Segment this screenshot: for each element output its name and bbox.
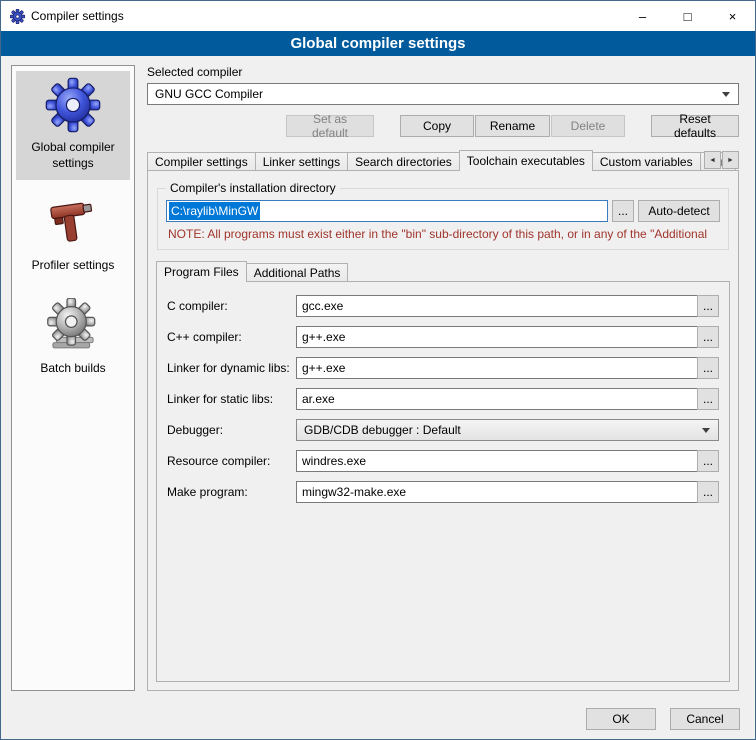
window-controls: – □ × — [620, 1, 755, 31]
c-compiler-browse-button[interactable]: ... — [697, 295, 719, 317]
subtab-additional-paths[interactable]: Additional Paths — [246, 263, 349, 282]
page-title: Global compiler settings — [1, 31, 755, 56]
blue-gear-icon — [45, 77, 101, 133]
tab-search-directories[interactable]: Search directories — [347, 152, 460, 171]
maximize-button[interactable]: □ — [665, 1, 710, 31]
sidebar-item-global-compiler-settings[interactable]: Global compiler settings — [16, 71, 130, 180]
cpp-compiler-input[interactable] — [296, 326, 698, 348]
gray-gears-icon — [45, 298, 101, 354]
make-program-browse-button[interactable]: ... — [697, 481, 719, 503]
cancel-button[interactable]: Cancel — [670, 708, 740, 730]
app-icon — [10, 9, 25, 24]
debugger-label: Debugger: — [167, 423, 296, 437]
titlebar: Compiler settings – □ × — [1, 1, 755, 31]
installation-directory-row: C:\raylib\MinGW ... Auto-detect — [166, 200, 720, 222]
compiler-combobox[interactable]: GNU GCC Compiler — [147, 83, 739, 105]
tab-toolchain-executables[interactable]: Toolchain executables — [459, 150, 593, 171]
sidebar-item-profiler-settings[interactable]: Profiler settings — [16, 189, 130, 283]
tab-scroll-buttons: ◄ ► — [703, 151, 739, 169]
form-row-dynamic-linker: Linker for dynamic libs: ... — [167, 357, 719, 379]
dynamic-linker-label: Linker for dynamic libs: — [167, 361, 296, 375]
dynamic-linker-input[interactable] — [296, 357, 698, 379]
installation-directory-legend: Compiler's installation directory — [166, 181, 340, 195]
sidebar-item-batch-builds[interactable]: Batch builds — [16, 292, 130, 386]
chevron-down-icon — [722, 92, 730, 97]
main-content: Selected compiler GNU GCC Compiler Set a… — [147, 65, 739, 691]
resource-compiler-label: Resource compiler: — [167, 454, 296, 468]
debugger-select-value: GDB/CDB debugger : Default — [304, 423, 461, 437]
c-compiler-input[interactable] — [296, 295, 698, 317]
form-row-debugger: Debugger: GDB/CDB debugger : Default — [167, 419, 719, 441]
dialog-footer: OK Cancel — [1, 699, 755, 739]
c-compiler-label: C compiler: — [167, 299, 296, 313]
sidebar-item-label: Batch builds — [40, 361, 105, 377]
install-dir-input[interactable]: C:\raylib\MinGW — [166, 200, 608, 222]
form-row-c-compiler: C compiler: ... — [167, 295, 719, 317]
settings-tabstrip: Compiler settings Linker settings Search… — [147, 149, 739, 171]
arrow-right-icon: ► — [727, 157, 734, 164]
profiler-tool-icon — [45, 195, 101, 251]
minimize-icon: – — [639, 9, 646, 24]
make-program-label: Make program: — [167, 485, 296, 499]
tab-compiler-settings[interactable]: Compiler settings — [147, 152, 256, 171]
compiler-combobox-value: GNU GCC Compiler — [155, 87, 263, 101]
dynamic-linker-browse-button[interactable]: ... — [697, 357, 719, 379]
cpp-compiler-label: C++ compiler: — [167, 330, 296, 344]
minimize-button[interactable]: – — [620, 1, 665, 31]
resource-compiler-input[interactable] — [296, 450, 698, 472]
form-row-make-program: Make program: ... — [167, 481, 719, 503]
reset-defaults-button[interactable]: Reset defaults — [651, 115, 739, 137]
tab-linker-settings[interactable]: Linker settings — [255, 152, 348, 171]
copy-button[interactable]: Copy — [400, 115, 474, 137]
cpp-compiler-browse-button[interactable]: ... — [697, 326, 719, 348]
dialog-body: Global compiler settings — [1, 56, 755, 699]
auto-detect-button[interactable]: Auto-detect — [638, 200, 720, 222]
bin-subdirectory-note: NOTE: All programs must exist either in … — [168, 227, 718, 241]
install-dir-browse-button[interactable]: ... — [612, 200, 634, 222]
programs-subtabstrip: Program Files Additional Paths — [156, 260, 730, 282]
close-button[interactable]: × — [710, 1, 755, 31]
chevron-down-icon — [702, 428, 710, 433]
sidebar-item-label: Global compiler settings — [18, 140, 128, 171]
rename-button[interactable]: Rename — [475, 115, 550, 137]
debugger-select[interactable]: GDB/CDB debugger : Default — [296, 419, 719, 441]
close-icon: × — [729, 9, 737, 24]
set-as-default-button[interactable]: Set as default — [286, 115, 374, 137]
form-row-static-linker: Linker for static libs: ... — [167, 388, 719, 410]
window-title: Compiler settings — [31, 9, 124, 23]
static-linker-input[interactable] — [296, 388, 698, 410]
toolchain-executables-panel: Compiler's installation directory C:\ray… — [147, 170, 739, 691]
tab-scroll-right-button[interactable]: ► — [722, 151, 739, 169]
tab-scroll-left-button[interactable]: ◄ — [704, 151, 721, 169]
sidebar-item-label: Profiler settings — [32, 258, 115, 274]
make-program-input[interactable] — [296, 481, 698, 503]
arrow-left-icon: ◄ — [709, 157, 716, 164]
static-linker-label: Linker for static libs: — [167, 392, 296, 406]
delete-button[interactable]: Delete — [551, 115, 625, 137]
form-row-cpp-compiler: C++ compiler: ... — [167, 326, 719, 348]
ok-button[interactable]: OK — [586, 708, 656, 730]
settings-sidebar: Global compiler settings — [11, 65, 135, 691]
installation-directory-group: Compiler's installation directory C:\ray… — [157, 181, 729, 250]
program-files-panel: C compiler: ... C++ compiler: ... Linker… — [156, 281, 730, 682]
compiler-buttons-row: Set as default Copy Rename Delete Reset … — [147, 115, 739, 137]
tab-custom-variables[interactable]: Custom variables — [592, 152, 701, 171]
compiler-settings-window: Compiler settings – □ × Global compiler … — [0, 0, 756, 740]
form-row-resource-compiler: Resource compiler: ... — [167, 450, 719, 472]
maximize-icon: □ — [684, 9, 692, 24]
subtab-program-files[interactable]: Program Files — [156, 261, 247, 282]
install-dir-selected-text: C:\raylib\MinGW — [169, 202, 260, 220]
static-linker-browse-button[interactable]: ... — [697, 388, 719, 410]
selected-compiler-label: Selected compiler — [147, 65, 739, 79]
resource-compiler-browse-button[interactable]: ... — [697, 450, 719, 472]
